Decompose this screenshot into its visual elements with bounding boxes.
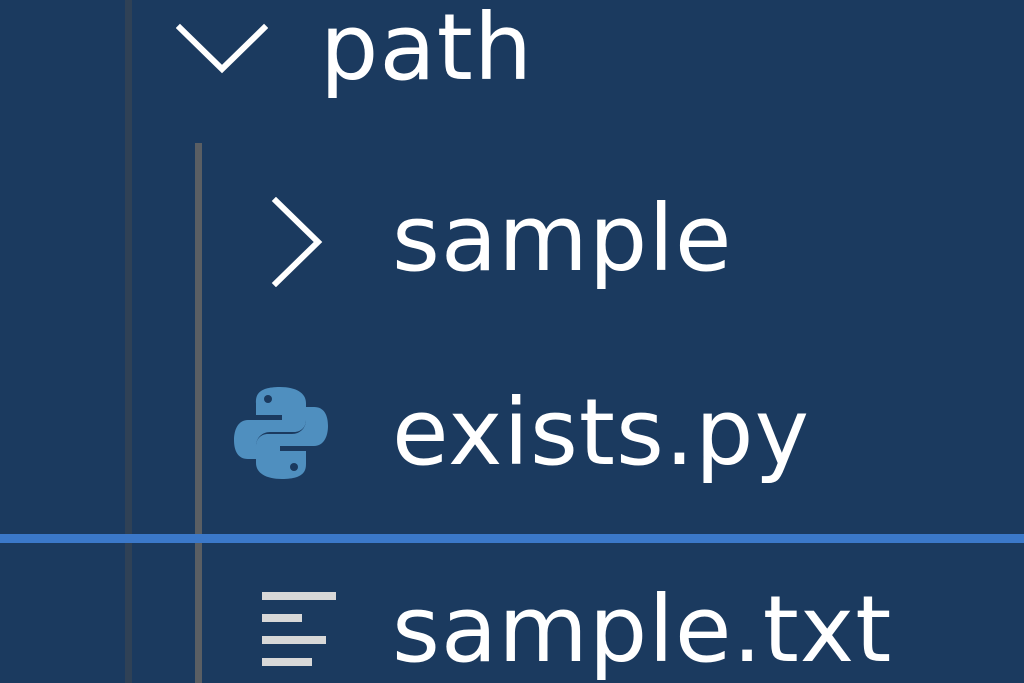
chevron-right-icon[interactable]	[270, 197, 325, 287]
chevron-down-icon[interactable]	[176, 22, 268, 77]
tree-folder-sample[interactable]: sample	[0, 185, 1024, 305]
text-file-icon	[262, 592, 336, 666]
file-explorer: path sample exists.py sample.txt	[0, 0, 1024, 683]
tree-file-sample-txt[interactable]: sample.txt	[0, 572, 1024, 683]
folder-label: path	[320, 0, 534, 101]
file-label: sample.txt	[392, 576, 893, 683]
file-label: exists.py	[392, 379, 811, 486]
folder-label: sample	[392, 185, 733, 292]
drop-indicator-line	[0, 534, 1024, 543]
tree-folder-path[interactable]: path	[0, 0, 1024, 130]
python-icon	[234, 387, 328, 479]
tree-file-exists-py[interactable]: exists.py	[0, 375, 1024, 505]
